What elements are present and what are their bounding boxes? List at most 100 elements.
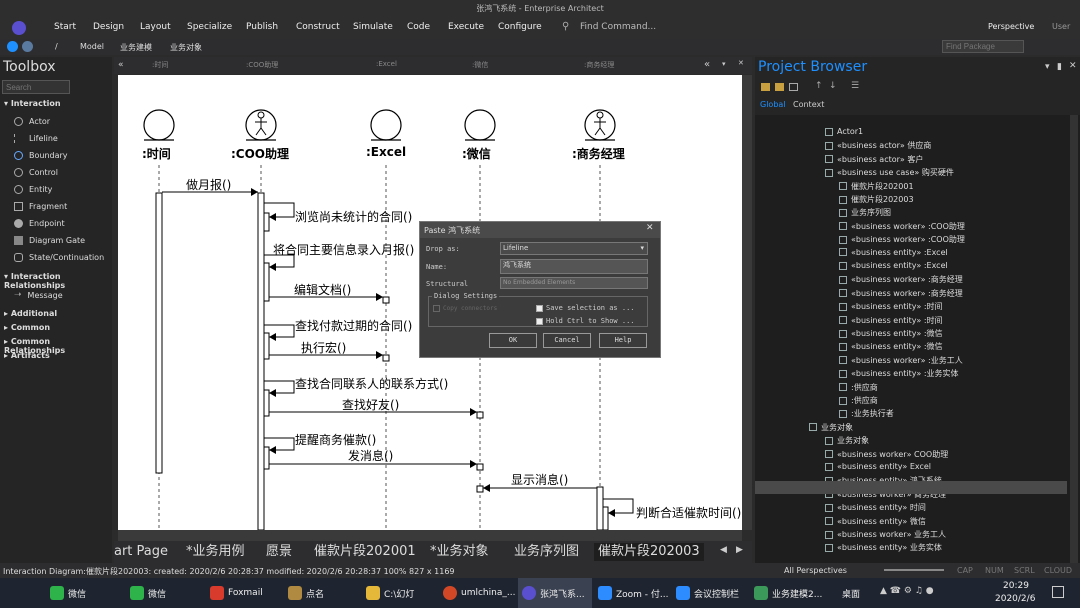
tree-row[interactable]: «business worker» :商务经理 <box>839 274 963 285</box>
structural-select[interactable]: No Embedded Elements <box>500 277 648 289</box>
taskbar-folder[interactable]: C:\幻灯 <box>366 578 414 608</box>
save-selection-checkbox[interactable] <box>536 305 543 312</box>
perspective-status[interactable]: All Perspectives <box>784 566 847 575</box>
tab-global[interactable]: Global <box>760 100 786 109</box>
horizontal-scrollbar[interactable] <box>118 530 742 541</box>
move-up-icon[interactable]: ↑ <box>815 81 823 91</box>
tab-business-sequence[interactable]: 业务序列图 <box>514 543 579 561</box>
notification-icon[interactable] <box>1052 586 1064 598</box>
tree-row[interactable]: :业务执行者 <box>839 408 894 419</box>
taskbar-wechat-2[interactable]: 微信 <box>130 578 166 608</box>
tab-context[interactable]: Context <box>793 100 824 109</box>
taskbar-meeting-controls[interactable]: 会议控制栏 <box>676 578 739 608</box>
tool-fragment[interactable]: Fragment <box>14 202 67 211</box>
perspective-button[interactable]: Perspective <box>988 22 1034 31</box>
message-label[interactable]: 执行宏() <box>301 339 346 356</box>
project-scrollbar[interactable] <box>1070 115 1078 563</box>
tree-row[interactable]: «business actor» 客户 <box>825 154 923 165</box>
collapse-icon[interactable]: « <box>118 60 124 70</box>
find-command[interactable]: Find Command... <box>580 22 656 32</box>
tree-row[interactable]: «business entity» :Excel <box>839 261 948 270</box>
toolbox-section-artifacts[interactable]: ▸ Artifacts <box>4 351 50 360</box>
toolbox-section-common[interactable]: ▸ Common <box>4 323 50 332</box>
tool-endpoint[interactable]: Endpoint <box>14 219 65 228</box>
toolbox-section-interaction-relationships[interactable]: ▾ Interaction Relationships <box>4 272 112 290</box>
message-label[interactable]: 显示消息() <box>511 471 568 488</box>
message-label[interactable]: 查找合同联系人的联系方式() <box>295 375 448 392</box>
toolbox-section-additional[interactable]: ▸ Additional <box>4 309 57 318</box>
tree-row[interactable]: «business worker» 业务工人 <box>825 529 946 540</box>
taskbar-wechat-1[interactable]: 微信 <box>50 578 86 608</box>
name-input[interactable]: 鸿飞系统 <box>500 259 648 274</box>
message-label[interactable]: 编辑文档() <box>294 281 351 298</box>
taskbar-business-modeling[interactable]: 业务建模2... <box>754 578 822 608</box>
tree-row[interactable]: «business entity» :微信 <box>839 328 943 339</box>
menu-code[interactable]: Code <box>407 22 430 32</box>
tool-message[interactable]: ➝ Message <box>14 290 63 300</box>
menu-start[interactable]: Start <box>54 22 76 32</box>
tree-row[interactable]: «business use case» 购买硬件 <box>825 167 954 178</box>
tree-row[interactable]: :供应商 <box>839 382 878 393</box>
drop-as-select[interactable]: Lifeline ▾ <box>500 242 648 255</box>
lifeline-name[interactable]: :时间 <box>142 145 171 162</box>
tab-collection-202001[interactable]: 催款片段202001 <box>314 543 416 561</box>
breadcrumb-business-objects[interactable]: 业务对象 <box>170 42 202 53</box>
tree-row[interactable]: «business entity» 业务实体 <box>825 542 942 553</box>
menu-specialize[interactable]: Specialize <box>187 22 232 32</box>
tree-row[interactable]: «business entity» :业务实体 <box>839 368 959 379</box>
message-label[interactable]: 判断合适催款时间() <box>636 504 741 521</box>
tree-row[interactable]: 业务对象 <box>809 422 853 433</box>
tool-state-continuation[interactable]: State/Continuation <box>14 253 104 262</box>
tab-start-page[interactable]: art Page <box>114 543 168 561</box>
tab-scroll-left-icon[interactable]: ◀ <box>720 545 727 555</box>
find-package-input[interactable] <box>942 40 1024 53</box>
message-label[interactable]: 提醒商务催款() <box>295 431 376 448</box>
new-package-icon[interactable] <box>775 83 784 91</box>
breadcrumb-business-modeling[interactable]: 业务建模 <box>120 42 152 53</box>
tree-row[interactable]: «business entity» :时间 <box>839 315 943 326</box>
forward-icon[interactable] <box>22 41 33 52</box>
tree-row[interactable]: Actor1 <box>825 127 863 136</box>
menu-publish[interactable]: Publish <box>246 22 278 32</box>
tree-row[interactable]: 催款片段202003 <box>839 194 914 205</box>
tree-row[interactable]: «business actor» 供应商 <box>825 140 931 151</box>
tab-scroll-right-icon[interactable]: ▶ <box>736 545 743 555</box>
tree-row[interactable]: «business worker» :COO助理 <box>839 221 965 232</box>
message-label[interactable]: 发消息() <box>348 447 393 464</box>
close-icon[interactable]: ✕ <box>646 223 654 233</box>
desktop-button[interactable]: 桌面 <box>842 587 860 600</box>
tab-vision[interactable]: 愿景 <box>266 543 292 561</box>
taskbar-zoom[interactable]: Zoom - 付... <box>598 578 669 608</box>
user-button[interactable]: User <box>1052 22 1070 31</box>
tree-row[interactable]: «business worker» COO助理 <box>825 449 948 460</box>
taskbar-powerpoint[interactable]: umlchina_... <box>443 578 515 608</box>
lifeline-name[interactable]: :Excel <box>366 145 406 159</box>
tree-row[interactable]: :供应商 <box>839 395 878 406</box>
menu-design[interactable]: Design <box>93 22 124 32</box>
tree-row[interactable]: 业务序列图 <box>839 207 891 218</box>
ea-logo-icon[interactable] <box>12 21 26 35</box>
help-button[interactable]: Help <box>599 333 647 348</box>
toolbox-search-input[interactable] <box>2 80 70 94</box>
close-icon[interactable]: ✕ <box>1069 61 1077 71</box>
hold-ctrl-checkbox[interactable] <box>536 318 543 325</box>
tree-row[interactable]: «business entity» 微信 <box>825 516 926 527</box>
message-label[interactable]: 查找好友() <box>342 396 399 413</box>
dropdown-icon[interactable]: ▾ <box>1045 62 1050 72</box>
tree-row[interactable]: «business entity» Excel <box>825 462 931 471</box>
zoom-slider[interactable] <box>884 569 944 571</box>
copy-connectors-checkbox[interactable] <box>433 305 440 312</box>
tree-row[interactable]: 业务对象 <box>825 435 869 446</box>
lifeline-name[interactable]: :COO助理 <box>231 145 289 162</box>
breadcrumb-root[interactable]: / <box>55 42 58 51</box>
menu-layout[interactable]: Layout <box>140 22 171 32</box>
taskbar-roll-call[interactable]: 点名 <box>288 578 324 608</box>
tool-boundary[interactable]: Boundary <box>14 151 68 160</box>
taskbar-ea[interactable]: 张鸿飞系... <box>518 578 592 608</box>
tree-row[interactable]: «business entity» 时间 <box>825 502 926 513</box>
dropdown-icon[interactable]: ▾ <box>722 60 726 68</box>
tab-collection-202003[interactable]: 催款片段202003 <box>594 543 704 561</box>
menu-configure[interactable]: Configure <box>498 22 542 32</box>
close-icon[interactable]: ✕ <box>738 59 744 67</box>
tray-icons[interactable]: ▲ ☎ ⚙ ♫ ● <box>880 586 934 596</box>
